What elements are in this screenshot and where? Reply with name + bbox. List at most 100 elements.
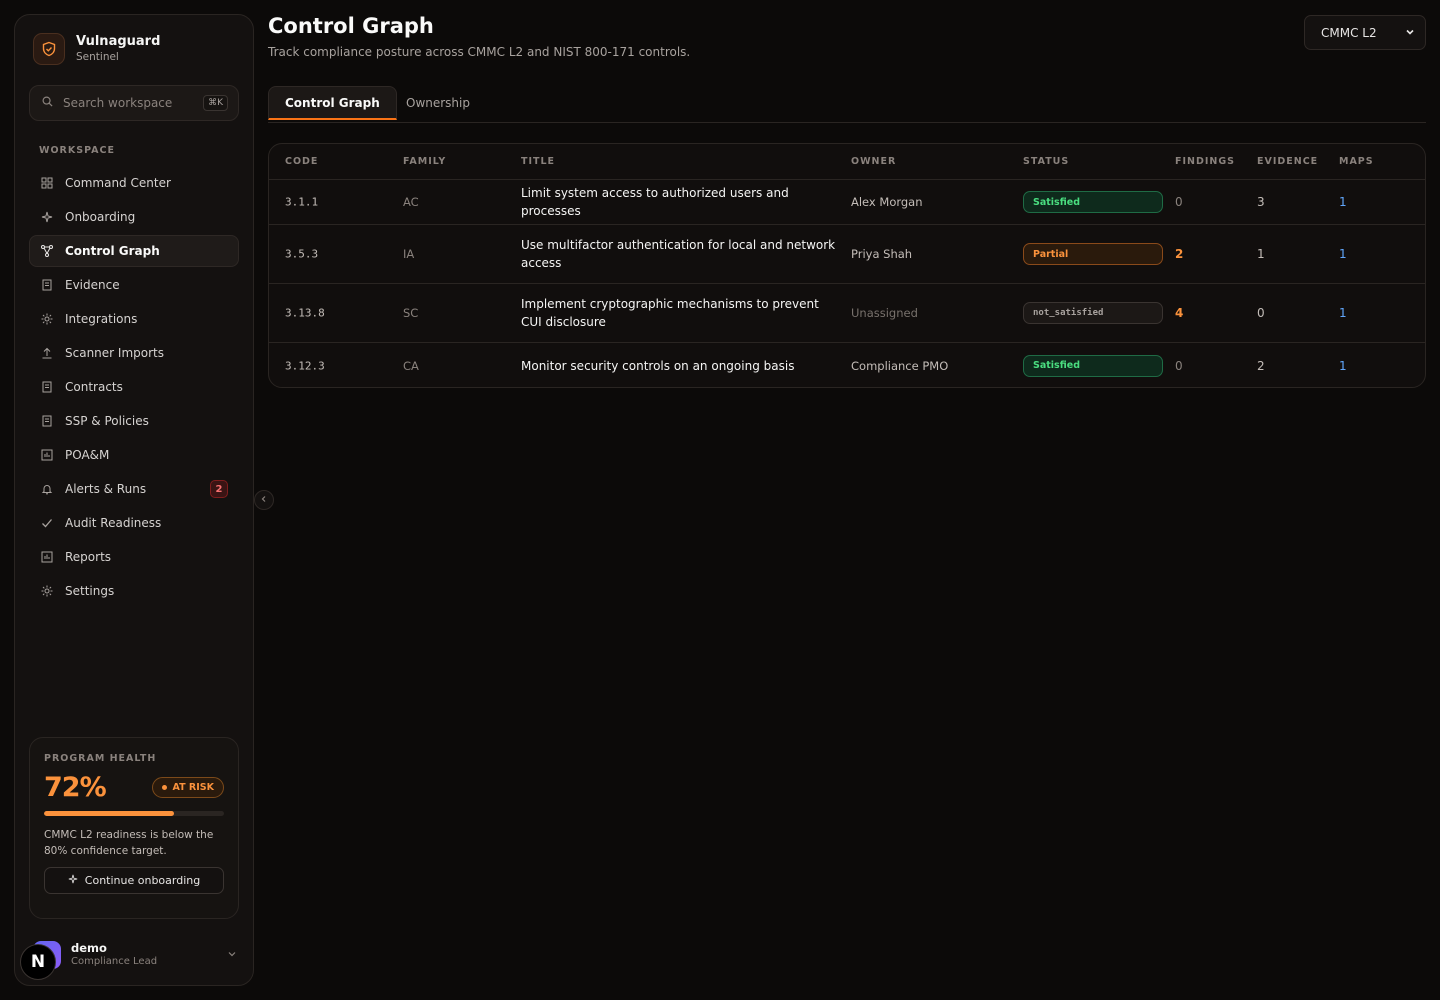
findings-count: 0	[1175, 358, 1183, 373]
grid-icon	[40, 176, 54, 190]
tab-control-graph[interactable]: Control Graph	[268, 86, 397, 120]
column-header-status[interactable]: STATUS	[1023, 156, 1069, 167]
control-family: AC	[403, 195, 419, 209]
control-title: Implement cryptographic mechanisms to pr…	[521, 297, 819, 329]
document-icon	[40, 380, 54, 394]
control-code: 3.5.3	[285, 247, 319, 261]
brand[interactable]: Vulnaguard Sentinel	[33, 33, 160, 65]
collapse-sidebar-button[interactable]	[254, 490, 274, 510]
status-badge: not_satisfied	[1023, 302, 1163, 324]
control-owner: Alex Morgan	[851, 195, 923, 209]
continue-onboarding-button[interactable]: Continue onboarding	[44, 867, 224, 894]
document-icon	[40, 278, 54, 292]
health-progress-fill	[44, 811, 174, 816]
controls-table: CODE FAMILY TITLE OWNER STATUS FINDINGS …	[268, 143, 1426, 388]
table-row[interactable]: 3.12.3 CA Monitor security controls on a…	[269, 343, 1425, 387]
sidebar-item-command-center[interactable]: Command Center	[29, 167, 239, 199]
control-owner: Compliance PMO	[851, 358, 949, 373]
table-row[interactable]: 3.13.8 SC Implement cryptographic mechan…	[269, 284, 1425, 343]
column-header-evidence[interactable]: EVIDENCE	[1257, 156, 1318, 167]
control-code: 3.13.8	[285, 306, 325, 320]
brand-subtitle: Sentinel	[76, 51, 119, 63]
control-code: 3.12.3	[285, 359, 325, 372]
sidebar-item-onboarding[interactable]: Onboarding	[29, 201, 239, 233]
sparkle-icon	[40, 210, 54, 224]
alerts-count-badge: 2	[210, 480, 228, 498]
continue-onboarding-label: Continue onboarding	[84, 874, 201, 887]
sidebar-nav: Command Center Onboarding Control Graph …	[29, 167, 239, 609]
framework-select[interactable]: CMMC L2	[1304, 15, 1426, 50]
column-header-owner[interactable]: OWNER	[851, 156, 896, 167]
page-title: Control Graph	[268, 14, 434, 38]
health-percent: 72%	[44, 772, 107, 803]
column-header-findings[interactable]: FINDINGS	[1175, 156, 1235, 167]
evidence-count: 2	[1257, 358, 1265, 373]
maps-link[interactable]: 1	[1339, 306, 1347, 320]
health-progress-bar	[44, 811, 224, 816]
sidebar-item-reports[interactable]: Reports	[29, 541, 239, 573]
sidebar-item-integrations[interactable]: Integrations	[29, 303, 239, 335]
sidebar-item-label: Audit Readiness	[65, 516, 162, 530]
brand-name: Vulnaguard	[76, 34, 161, 49]
maps-link[interactable]: 1	[1339, 195, 1347, 209]
sidebar-item-audit-readiness[interactable]: Audit Readiness	[29, 507, 239, 539]
sidebar-item-label: POA&M	[65, 448, 110, 462]
control-title: Limit system access to authorized users …	[521, 186, 789, 218]
tab-ownership[interactable]: Ownership	[390, 86, 486, 120]
sidebar-item-poam[interactable]: POA&M	[29, 439, 239, 471]
risk-status-badge: AT RISK	[151, 777, 224, 798]
dev-tools-button[interactable]: N	[20, 944, 56, 980]
tab-bar: Control Graph Ownership	[268, 86, 1426, 123]
sidebar-item-label: Settings	[65, 584, 115, 598]
table-row[interactable]: 3.5.3 IA Use multifactor authentication …	[269, 225, 1425, 284]
column-header-title[interactable]: TITLE	[521, 156, 555, 167]
sidebar-item-label: SSP & Policies	[65, 414, 149, 428]
sidebar-item-label: Onboarding	[65, 210, 136, 224]
sidebar-item-alerts-runs[interactable]: Alerts & Runs 2	[29, 473, 239, 505]
search-input[interactable]: Search workspace ⌘K	[29, 85, 239, 121]
user-role: Compliance Lead	[71, 956, 158, 967]
upload-icon	[40, 346, 54, 360]
framework-select-value: CMMC L2	[1321, 25, 1377, 40]
maps-link[interactable]: 1	[1339, 359, 1347, 373]
user-menu[interactable]: demo Compliance Lead	[33, 939, 237, 971]
findings-count: 4	[1175, 306, 1184, 320]
control-title: Use multifactor authentication for local…	[521, 238, 836, 270]
control-title: Monitor security controls on an ongoing …	[521, 358, 795, 373]
program-health-label: PROGRAM HEALTH	[44, 753, 157, 764]
chevron-left-icon	[260, 495, 268, 506]
sidebar-item-settings[interactable]: Settings	[29, 575, 239, 607]
sidebar-item-scanner-imports[interactable]: Scanner Imports	[29, 337, 239, 369]
search-placeholder: Search workspace	[63, 96, 173, 110]
sidebar-item-contracts[interactable]: Contracts	[29, 371, 239, 403]
search-icon	[42, 96, 53, 111]
sidebar-item-label: Control Graph	[65, 244, 160, 258]
column-header-code[interactable]: CODE	[285, 156, 318, 167]
sidebar-item-label: Evidence	[65, 278, 120, 292]
sun-icon	[40, 312, 54, 326]
shortcut-hint: ⌘K	[203, 95, 228, 111]
control-code: 3.1.1	[285, 195, 319, 209]
sidebar-item-label: Reports	[65, 550, 112, 564]
chart-icon	[40, 550, 54, 564]
check-icon	[40, 516, 54, 530]
chevron-down-icon	[227, 949, 237, 962]
document-icon	[40, 414, 54, 428]
sidebar-item-label: Scanner Imports	[65, 346, 164, 360]
status-badge: Satisfied	[1023, 354, 1163, 377]
gear-icon	[40, 584, 54, 598]
evidence-count: 3	[1257, 195, 1265, 209]
chart-icon	[40, 448, 54, 462]
table-row[interactable]: 3.1.1 AC Limit system access to authoriz…	[269, 180, 1425, 225]
program-health-card: PROGRAM HEALTH 72% AT RISK CMMC L2 readi…	[29, 737, 239, 919]
status-dot-icon	[161, 785, 167, 790]
column-header-maps[interactable]: MAPS	[1339, 156, 1374, 167]
column-header-family[interactable]: FAMILY	[403, 156, 446, 167]
sidebar-item-evidence[interactable]: Evidence	[29, 269, 239, 301]
status-badge: Partial	[1023, 243, 1163, 265]
sidebar-item-ssp-policies[interactable]: SSP & Policies	[29, 405, 239, 437]
maps-link[interactable]: 1	[1339, 247, 1347, 261]
sidebar-item-label: Alerts & Runs	[65, 482, 147, 496]
control-family: SC	[403, 306, 419, 320]
sidebar-item-control-graph[interactable]: Control Graph	[29, 235, 239, 267]
